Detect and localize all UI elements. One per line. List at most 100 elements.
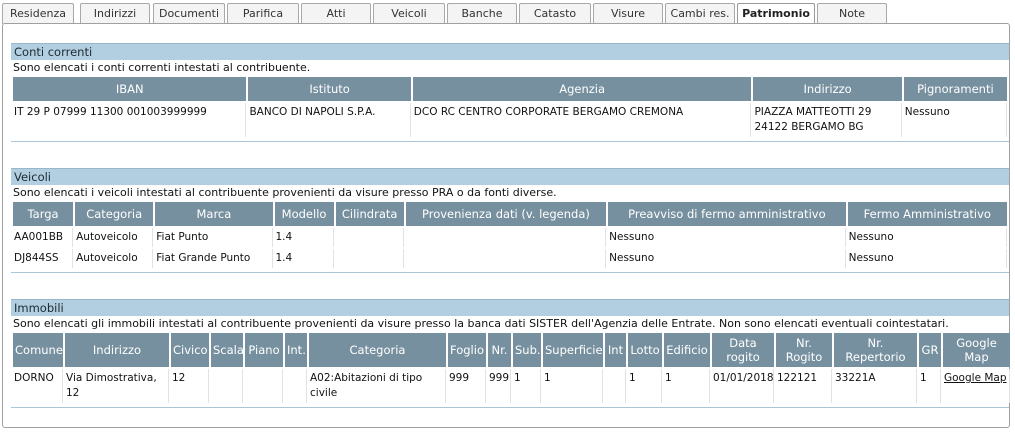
cell-comune: DORNO	[13, 369, 63, 403]
cell-pignoramenti: Nessuno	[903, 103, 1007, 137]
cell-foglio: 999	[448, 369, 486, 403]
col-header-preavviso: Preavviso di fermo amministrativo	[608, 202, 846, 226]
col-header-istituto: Istituto	[248, 77, 411, 101]
tab-documenti[interactable]: Documenti	[153, 3, 225, 24]
cell-targa: AA001BB	[13, 228, 74, 247]
tab-patrimonio[interactable]: Patrimonio	[737, 3, 815, 25]
tab-banche[interactable]: Banche	[447, 3, 517, 24]
tab-residenza[interactable]: Residenza	[2, 3, 74, 24]
col-header-pignoramenti: Pignoramenti	[903, 77, 1007, 101]
col-header-civico: Civico	[171, 333, 209, 367]
col-header-marca: Marca	[155, 202, 273, 226]
cell-sub: 1	[513, 369, 541, 403]
cell-istituto: BANCO DI NAPOLI S.P.A.	[248, 103, 411, 137]
col-header-indirizzo: Indirizzo	[65, 333, 169, 367]
cell-categoria: Autoveicolo	[75, 249, 154, 268]
col-header-gr: GR	[919, 333, 941, 367]
col-header-targa: Targa	[13, 202, 74, 226]
cell-lotto: 1	[628, 369, 662, 403]
col-header-foglio: Foglio	[448, 333, 486, 367]
cell-gr: 1	[919, 369, 941, 403]
col-header-sub: Sub.	[513, 333, 541, 367]
cell-provenienza	[405, 228, 607, 247]
veicoli-title: Veicoli	[11, 168, 1009, 185]
col-header-scala: Scala	[211, 333, 243, 367]
col-header-agenzia: Agenzia	[412, 77, 752, 101]
col-header-nr-repertorio: Nr. Repertorio	[834, 333, 917, 367]
cell-targa: DJ844SS	[13, 249, 74, 268]
tab-note[interactable]: Note	[817, 3, 887, 24]
conti-correnti-table: IBAN Istituto Agenzia Indirizzo Pignoram…	[11, 75, 1009, 139]
table-header-row: IBAN Istituto Agenzia Indirizzo Pignoram…	[13, 77, 1007, 101]
col-header-lotto: Lotto	[628, 333, 662, 367]
conti-correnti-title: Conti correnti	[11, 43, 1009, 60]
cell-indirizzo-line2: 24122 BERGAMO BG	[754, 121, 864, 133]
immobili-title: Immobili	[11, 299, 1009, 316]
veicoli-description: Sono elencati i veicoli intestati al con…	[13, 186, 557, 199]
table-row: DJ844SS Autoveicolo Fiat Grande Punto 1.…	[13, 249, 1007, 268]
cell-preavviso: Nessuno	[608, 228, 846, 247]
cell-nr-repertorio: 33221A	[834, 369, 917, 403]
tab-atti[interactable]: Atti	[301, 3, 371, 24]
cell-piano	[245, 369, 283, 403]
conti-correnti-description: Sono elencati i conti correnti intestati…	[13, 61, 311, 74]
table-row: AA001BB Autoveicolo Fiat Punto 1.4 Nessu…	[13, 228, 1007, 247]
col-header-cilindrata: Cilindrata	[335, 202, 404, 226]
cell-nr: 999	[488, 369, 511, 403]
col-header-edificio: Edificio	[664, 333, 710, 367]
cell-cilindrata	[335, 249, 404, 268]
col-header-superficie: Superficie	[543, 333, 603, 367]
col-header-modello: Modello	[274, 202, 334, 226]
cell-iban: IT 29 P 07999 11300 001003999999	[13, 103, 247, 137]
table-header-row: Targa Categoria Marca Modello Cilindrata…	[13, 202, 1007, 226]
cell-provenienza	[405, 249, 607, 268]
cell-categoria: Autoveicolo	[75, 228, 154, 247]
cell-marca: Fiat Punto	[155, 228, 273, 247]
col-header-nr-rogito: Nr. Rogito	[776, 333, 832, 367]
col-header-int2: Int	[605, 333, 626, 367]
cell-modello: 1.4	[274, 249, 334, 268]
table-header-row: Comune Indirizzo Civico Scala Piano Int.…	[13, 333, 1010, 367]
immobili-section: Immobili Sono elencati gli immobili inte…	[11, 299, 1012, 408]
cell-nr-rogito: 122121	[776, 369, 832, 403]
cell-superficie: 1	[543, 369, 603, 403]
veicoli-table: Targa Categoria Marca Modello Cilindrata…	[11, 200, 1009, 270]
col-header-nr: Nr.	[488, 333, 511, 367]
google-map-link[interactable]: Google Map	[944, 372, 1007, 384]
cell-indirizzo: PIAZZA MATTEOTTI 29 24122 BERGAMO BG	[753, 103, 902, 137]
cell-marca: Fiat Grande Punto	[155, 249, 273, 268]
tab-indirizzi[interactable]: Indirizzi	[80, 3, 150, 24]
tab-veicoli[interactable]: Veicoli	[373, 3, 445, 24]
cell-edificio: 1	[664, 369, 710, 403]
col-header-fermo: Fermo Amministrativo	[847, 202, 1007, 226]
col-header-data-rogito: Data rogito	[712, 333, 774, 367]
tab-cambi-res[interactable]: Cambi res.	[665, 3, 735, 24]
patrimonio-panel: Conti correnti Sono elencati i conti cor…	[2, 23, 1010, 428]
cell-modello: 1.4	[274, 228, 334, 247]
cell-civico: 12	[171, 369, 209, 403]
immobili-table: Comune Indirizzo Civico Scala Piano Int.…	[11, 331, 1012, 405]
col-header-iban: IBAN	[13, 77, 247, 101]
section-separator	[11, 272, 1009, 273]
tab-catasto[interactable]: Catasto	[519, 3, 591, 24]
cell-int	[285, 369, 307, 403]
cell-agenzia: DCO RC CENTRO CORPORATE BERGAMO CREMONA	[412, 103, 752, 137]
col-header-indirizzo: Indirizzo	[753, 77, 902, 101]
cell-fermo: Nessuno	[847, 249, 1007, 268]
col-header-categoria: Categoria	[75, 202, 154, 226]
cell-preavviso: Nessuno	[608, 249, 846, 268]
cell-cilindrata	[335, 228, 404, 247]
cell-scala	[211, 369, 243, 403]
cell-data-rogito: 01/01/2018	[712, 369, 774, 403]
col-header-provenienza: Provenienza dati (v. legenda)	[405, 202, 607, 226]
col-header-int: Int.	[285, 333, 307, 367]
cell-fermo: Nessuno	[847, 228, 1007, 247]
veicoli-section: Veicoli Sono elencati i veicoli intestat…	[11, 168, 1009, 273]
cell-google-map: Google Map	[943, 369, 1010, 403]
col-header-comune: Comune	[13, 333, 63, 367]
conti-correnti-section: Conti correnti Sono elencati i conti cor…	[11, 43, 1009, 142]
col-header-categoria: Categoria	[309, 333, 446, 367]
tab-visure[interactable]: Visure	[593, 3, 663, 24]
col-header-google-map: Google Map	[943, 333, 1010, 367]
tab-parifica[interactable]: Parifica	[227, 3, 299, 24]
